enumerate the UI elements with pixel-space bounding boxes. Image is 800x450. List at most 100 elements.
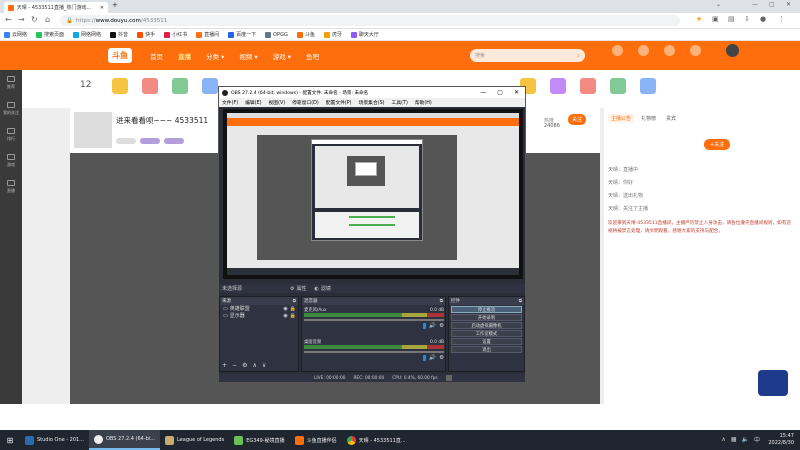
tab-search-icon[interactable]: ⌄ (716, 1, 721, 8)
taskbar-item-lol[interactable]: League of Legends (160, 430, 229, 450)
sidebar-item-game[interactable]: 游戏 (0, 148, 22, 174)
settings-button[interactable]: 设置 (451, 338, 522, 345)
category-icon[interactable] (172, 78, 188, 94)
obs-maximize-icon[interactable]: ▢ (497, 89, 503, 96)
start-recording-button[interactable]: 开始录制 (451, 314, 522, 321)
avatar[interactable] (726, 44, 739, 57)
home-icon[interactable]: ⌂ (45, 15, 50, 24)
follow-list-icon[interactable] (638, 45, 649, 56)
speaker-icon[interactable]: 🔊 (429, 323, 436, 329)
start-button[interactable]: ⊞ (0, 430, 20, 450)
move-up-icon[interactable]: ∧ (252, 362, 256, 369)
bookmark-item[interactable]: 虎牙 (323, 31, 342, 38)
right-follow-button[interactable]: +关注 (704, 139, 731, 150)
room-tag[interactable] (116, 138, 136, 144)
bookmark-item[interactable]: 云网络 (4, 31, 27, 38)
bookmark-item[interactable]: 聊天大厅 (350, 31, 379, 38)
new-tab-icon[interactable]: + (112, 1, 118, 9)
volume-icon[interactable]: 🔈 (742, 436, 749, 443)
maximize-icon[interactable]: ▢ (769, 1, 775, 8)
virtual-camera-button[interactable]: 启动虚拟摄像机 (451, 322, 522, 329)
nav-video[interactable]: 视频 ▾ (239, 51, 257, 61)
bookmark-item[interactable]: OPGG (265, 31, 288, 38)
bookmark-item[interactable]: 斗鱼 (296, 31, 315, 38)
category-icon[interactable] (142, 78, 158, 94)
category-icon[interactable] (112, 78, 128, 94)
taskbar-item-live-room[interactable]: EG349-秘境直播 (229, 430, 289, 450)
follow-button[interactable]: 关注 (568, 114, 587, 125)
bookmark-item[interactable]: 直播间 (196, 31, 219, 38)
bookmark-item[interactable]: 快手 (137, 31, 155, 38)
obs-minimize-icon[interactable]: — (480, 89, 486, 96)
app-download-icon[interactable] (690, 45, 701, 56)
category-icon[interactable] (640, 78, 656, 94)
obs-close-icon[interactable]: ✕ (514, 89, 519, 96)
promo-badge[interactable] (758, 370, 788, 396)
source-item-lol[interactable]: ▭ 英雄联盟 ◉ 🔒 (220, 305, 298, 313)
lock-icon[interactable]: 🔒 (290, 313, 296, 319)
close-window-icon[interactable]: ✕ (786, 1, 791, 8)
gear-icon[interactable]: ⚙ (439, 323, 444, 329)
input-method-icon[interactable]: 中 (754, 435, 760, 444)
obs-menu-profile[interactable]: 配置文件(P) (326, 99, 352, 106)
category-icon[interactable] (610, 78, 626, 94)
extension-icon[interactable]: ▣ (712, 15, 719, 23)
nav-category[interactable]: 分类 ▾ (206, 51, 224, 61)
properties-button[interactable]: ⚙ 属性 (290, 285, 307, 293)
sidebar-item-follow[interactable]: 我的关注 (0, 96, 22, 122)
minimize-icon[interactable]: — (752, 1, 758, 8)
search-input[interactable]: 搜索 ⌕ (470, 49, 585, 62)
stop-stream-button[interactable]: 停止推流 (451, 306, 522, 313)
download-icon[interactable]: ⇩ (744, 15, 750, 23)
bookmark-item[interactable]: 抖音 (110, 31, 128, 38)
studio-mode-button[interactable]: 工作室模式 (451, 330, 522, 337)
sidebar-item-live[interactable]: 直播 (0, 174, 22, 200)
slider-handle-icon[interactable] (423, 355, 427, 361)
nav-yuba[interactable]: 鱼吧 (306, 51, 319, 61)
category-icon[interactable] (202, 78, 218, 94)
reload-icon[interactable]: ↻ (31, 15, 38, 24)
taskbar-item-studio-one[interactable]: Studio One - 201... (20, 430, 89, 450)
bookmark-item[interactable]: 百度一下 (228, 31, 256, 38)
category-icon[interactable] (580, 78, 596, 94)
back-icon[interactable]: ← (5, 15, 12, 24)
clock[interactable]: 15:47 2022/8/30 (768, 433, 794, 447)
message-icon[interactable] (664, 45, 675, 56)
filters-button[interactable]: ◐ 滤镜 (315, 285, 331, 293)
add-source-icon[interactable]: + (222, 362, 227, 369)
network-icon[interactable]: ▦ (731, 436, 737, 443)
search-icon[interactable]: ⌕ (577, 53, 580, 59)
slider-handle-icon[interactable] (423, 323, 427, 329)
sidebar-item-rank[interactable]: 排行 (0, 122, 22, 148)
tab-notice[interactable]: 主播公告 (608, 113, 635, 123)
history-icon[interactable] (612, 45, 623, 56)
room-tag[interactable] (164, 138, 184, 144)
remove-source-icon[interactable]: − (232, 362, 237, 369)
tray-expand-icon[interactable]: ∧ (721, 436, 725, 443)
lock-icon[interactable]: 🔒 (290, 306, 296, 312)
category-icon[interactable] (550, 78, 566, 94)
nav-home[interactable]: 首页 (150, 51, 163, 61)
taskbar-item-obs[interactable]: OBS 27.2.4 (64-bi... (89, 430, 160, 450)
bookmark-item[interactable]: 搜索页面 (36, 31, 64, 38)
menu-icon[interactable]: ⋮ (778, 15, 785, 23)
address-input[interactable]: 🔒 https://www.douyu.com/4533511 (60, 15, 680, 26)
tab-vip[interactable]: 贵宾 (663, 114, 679, 123)
profile-icon[interactable]: ● (760, 15, 766, 23)
obs-menu-edit[interactable]: 编辑(E) (245, 99, 261, 106)
undock-icon[interactable]: ⧉ (519, 298, 522, 304)
nav-live[interactable]: 直播 (178, 51, 191, 61)
volume-slider[interactable] (304, 351, 444, 353)
obs-menu-file[interactable]: 文件(F) (222, 99, 238, 106)
bookmark-item[interactable]: 小红书 (164, 31, 187, 38)
douyu-logo[interactable]: 斗鱼 (108, 48, 132, 63)
nav-game[interactable]: 游戏 ▾ (273, 51, 291, 61)
bookmark-star-icon[interactable]: ★ (696, 15, 702, 23)
obs-menu-tools[interactable]: 工具(T) (392, 99, 408, 106)
forward-icon[interactable]: → (18, 15, 25, 24)
tab-gift-rank[interactable]: 礼物榜 (638, 114, 659, 123)
undock-icon[interactable]: ⧉ (440, 298, 443, 304)
speaker-icon[interactable]: 🔊 (429, 355, 436, 361)
move-down-icon[interactable]: ∨ (262, 362, 266, 369)
gear-icon[interactable]: ⚙ (439, 355, 444, 361)
